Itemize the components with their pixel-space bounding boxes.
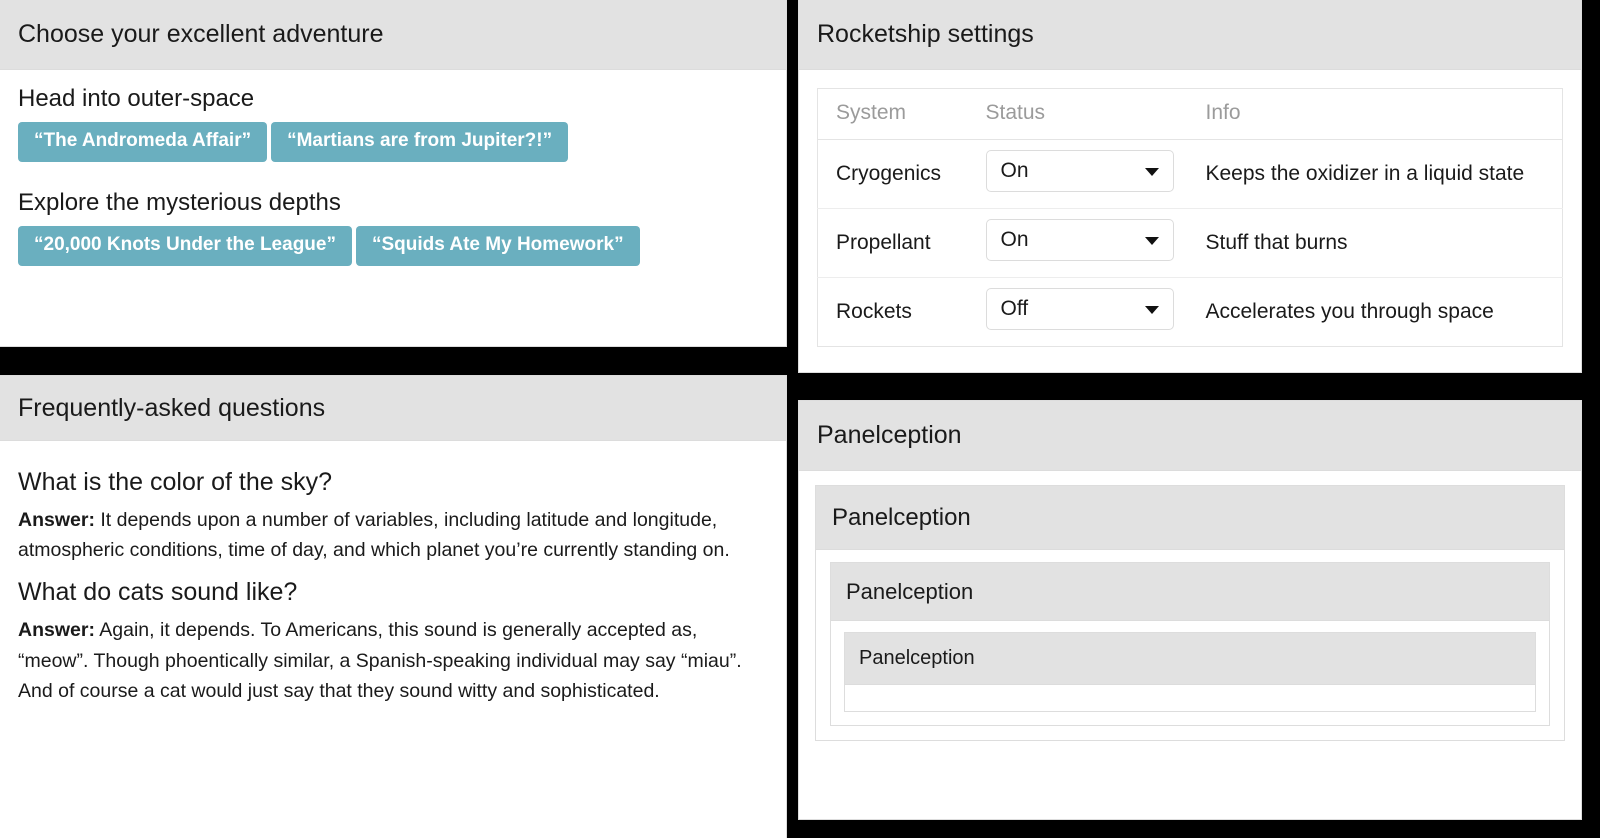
cell-status-rockets: Off — [968, 278, 1188, 347]
adventure-button-andromeda-affair[interactable]: “The Andromeda Affair” — [18, 122, 268, 162]
button-group-mysterious-depths: “20,000 Knots Under the League” “Squids … — [18, 225, 768, 266]
faq-panel: Frequently-asked questions What is the c… — [0, 375, 787, 838]
column-header-status: Status — [967, 88, 1188, 140]
section-title-mysterious-depths: Explore the mysterious depths — [18, 188, 341, 216]
panelception-panel-level-2: Panelception Panelception — [830, 562, 1550, 726]
section-title-outer-space: Head into outer-space — [18, 85, 255, 112]
status-select-propellant-value: On — [1000, 228, 1029, 251]
faq-answer-text: Again, it depends. To Americans, this so… — [18, 619, 742, 702]
panelception-heading-level-2: Panelception — [831, 563, 1549, 621]
status-select-propellant[interactable]: On — [985, 219, 1174, 261]
panelception-panel-level-3: Panelception — [844, 632, 1536, 712]
chevron-down-icon — [1144, 237, 1159, 245]
faq-answer-sky-color: Answer: It depends upon a number of vari… — [18, 505, 768, 565]
panelception-heading-level-0: Panelception — [799, 401, 1581, 471]
status-select-rockets-value: Off — [1000, 297, 1029, 320]
faq-question-cat-sounds: What do cats sound like? — [18, 578, 298, 607]
table-row: Rockets Off Accelerates you through spac… — [818, 278, 1563, 347]
faq-answer-cat-sounds: Answer: Again, it depends. To Americans,… — [18, 615, 768, 706]
cell-system-cryogenics: Cryogenics — [817, 139, 968, 209]
cell-info-rockets: Accelerates you through space — [1205, 300, 1494, 323]
table-row: Cryogenics On Keeps the oxidizer in a li… — [817, 139, 1563, 209]
app-root: Choose your excellent adventure Head int… — [0, 0, 1600, 838]
status-select-cryogenics[interactable]: On — [985, 150, 1174, 192]
panelception-body-level-2: Panelception — [831, 621, 1549, 725]
panelception-body-level-0: Panelception Panelception Panelception — [799, 471, 1581, 757]
status-select-rockets[interactable]: Off — [985, 288, 1174, 330]
panelception-title-level-1: Panelception — [832, 504, 971, 531]
adventure-button-squids-ate-my-homework[interactable]: “Squids Ate My Homework” — [355, 225, 640, 266]
chevron-down-icon — [1144, 306, 1159, 314]
rocketship-panel-heading: Rocketship settings — [799, 0, 1581, 70]
chevron-down-icon — [1144, 168, 1159, 176]
faq-question-sky-color: What is the color of the sky? — [18, 468, 333, 496]
cell-info-propellant: Stuff that burns — [1187, 208, 1563, 278]
panelception-heading-level-3: Panelception — [845, 633, 1535, 685]
adventure-button-20000-knots[interactable]: “20,000 Knots Under the League” — [18, 225, 352, 266]
panelception-title-level-2: Panelception — [846, 579, 974, 604]
faq-answer-text: It depends upon a number of variables, i… — [18, 509, 730, 562]
button-group-outer-space: “The Andromeda Affair” “Martians are fro… — [18, 122, 768, 162]
status-select-cryogenics-value: On — [1000, 159, 1029, 182]
panelception-panel-level-0: Panelception Panelception Panelception P… — [798, 400, 1582, 820]
table-row: Propellant On Stuff that burns — [817, 208, 1563, 278]
table-header-row: System Status Info — [817, 88, 1563, 140]
adventure-panel: Choose your excellent adventure Head int… — [0, 0, 787, 347]
adventure-button-martians-from-jupiter[interactable]: “Martians are from Jupiter?!” — [271, 122, 569, 162]
faq-panel-heading: Frequently-asked questions — [0, 376, 786, 441]
faq-panel-title: Frequently-asked questions — [18, 394, 326, 422]
rocketship-settings-panel: Rocketship settings System Status Info C… — [798, 0, 1582, 373]
panelception-title-level-0: Panelception — [817, 421, 962, 449]
cell-system-propellant: Propellant — [817, 208, 968, 278]
rocketship-settings-table: System Status Info Cryogenics On Keeps t… — [817, 88, 1563, 347]
column-header-system: System — [817, 88, 968, 140]
adventure-panel-body: Head into outer-space “The Andromeda Aff… — [0, 70, 786, 286]
rocketship-panel-title: Rocketship settings — [817, 20, 1034, 48]
panelception-title-level-3: Panelception — [859, 647, 975, 669]
panelception-panel-level-1: Panelception Panelception Panelception — [815, 485, 1565, 741]
column-header-info: Info — [1187, 88, 1563, 140]
faq-answer-label: Answer: — [18, 619, 95, 642]
faq-panel-body: What is the color of the sky? Answer: It… — [0, 441, 786, 733]
cell-system-rockets: Rockets — [836, 300, 912, 323]
panelception-body-level-1: Panelception Panelception — [816, 550, 1564, 740]
faq-answer-label: Answer: — [18, 509, 95, 531]
panelception-heading-level-1: Panelception — [816, 486, 1564, 550]
adventure-panel-heading: Choose your excellent adventure — [0, 0, 786, 70]
rocketship-panel-body: System Status Info Cryogenics On Keeps t… — [799, 70, 1581, 369]
adventure-panel-title: Choose your excellent adventure — [18, 20, 384, 48]
cell-status-cryogenics: On — [967, 139, 1188, 209]
panelception-body-level-3 — [845, 685, 1535, 711]
cell-info-cryogenics: Keeps the oxidizer in a liquid state — [1187, 139, 1563, 209]
cell-status-propellant: On — [967, 208, 1188, 278]
